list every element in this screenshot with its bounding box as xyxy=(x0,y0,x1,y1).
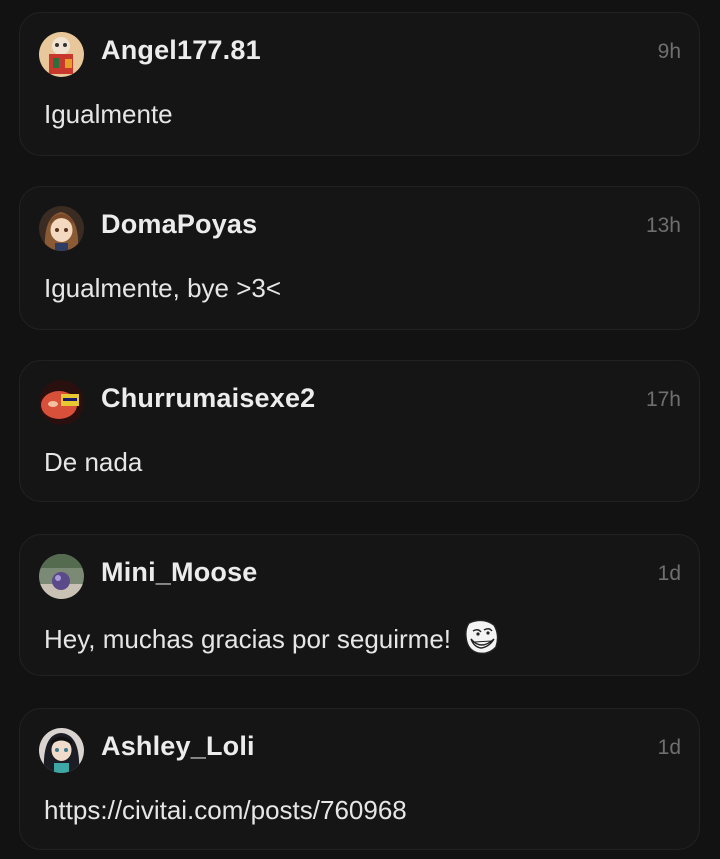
comment-text: Igualmente, bye >3< xyxy=(44,273,282,303)
comment-card[interactable]: Churrumaisexe2 17h De nada xyxy=(19,360,700,502)
comment-text: Igualmente xyxy=(44,99,173,129)
comment-card[interactable]: Mini_Moose 1d Hey, muchas gracias por se… xyxy=(19,534,700,676)
comment-card[interactable]: Ashley_Loli 1d https://civitai.com/posts… xyxy=(19,708,700,850)
comment-text-content: Hey, muchas gracias por seguirme! xyxy=(44,623,452,654)
timestamp: 17h xyxy=(645,388,681,411)
username[interactable]: Angel177.81 xyxy=(101,35,261,66)
timestamp: 1d xyxy=(657,736,681,759)
user-avatar-icon[interactable] xyxy=(39,206,84,251)
timestamp: 1d xyxy=(657,562,681,585)
comment-list: Angel177.81 9h Igualmente DomaPoyas 13h … xyxy=(0,0,720,859)
timestamp: 9h xyxy=(657,40,681,63)
comment-text: Hey, muchas gracias por seguirme! xyxy=(44,619,501,661)
comment-card[interactable]: DomaPoyas 13h Igualmente, bye >3< xyxy=(19,186,700,330)
username[interactable]: Ashley_Loli xyxy=(101,731,255,762)
comment-card[interactable]: Angel177.81 9h Igualmente xyxy=(19,12,700,156)
timestamp: 13h xyxy=(645,214,681,237)
user-avatar-icon[interactable] xyxy=(39,554,84,599)
username[interactable]: Mini_Moose xyxy=(101,557,258,588)
user-avatar-icon[interactable] xyxy=(39,380,84,425)
troll-face-emoji-icon xyxy=(461,617,501,657)
username[interactable]: DomaPoyas xyxy=(101,209,257,240)
comment-link[interactable]: https://civitai.com/posts/760968 xyxy=(44,795,407,826)
comment-text: De nada xyxy=(44,447,143,477)
user-avatar-icon[interactable] xyxy=(39,32,84,77)
username[interactable]: Churrumaisexe2 xyxy=(101,383,315,414)
user-avatar-icon[interactable] xyxy=(39,728,84,773)
